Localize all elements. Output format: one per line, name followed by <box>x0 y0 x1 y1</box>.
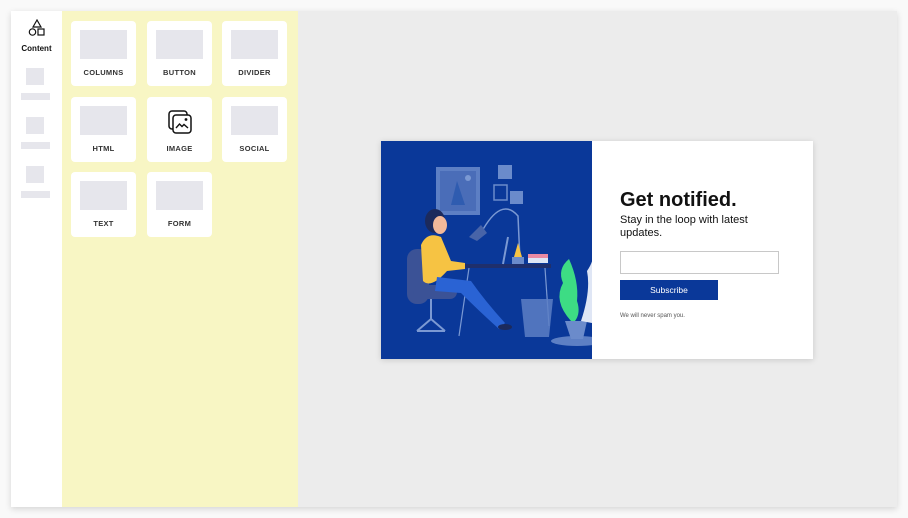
spam-note: We will never spam you. <box>620 313 685 319</box>
popup-subtitle: Stay in the loop with latest updates. <box>620 214 748 239</box>
placeholder-thumbnail <box>80 106 127 135</box>
block-tile-columns[interactable]: COLUMNS <box>71 21 136 86</box>
sidebar-item-label: Content <box>21 44 52 53</box>
block-tile-label: COLUMNS <box>83 68 124 77</box>
placeholder-thumbnail <box>80 30 127 59</box>
block-tile-label: SOCIAL <box>239 144 270 153</box>
placeholder-thumbnail <box>80 181 127 210</box>
editor-window: Content COLUMNS BUTTON DIVIDER HTML IMAG… <box>11 11 897 507</box>
placeholder-thumbnail <box>156 30 203 59</box>
placeholder-thumbnail <box>231 106 278 135</box>
block-tile-divider[interactable]: DIVIDER <box>222 21 287 86</box>
signup-popup-preview[interactable]: Get notified. Stay in the loop with late… <box>381 141 813 359</box>
block-tile-label: HTML <box>92 144 115 153</box>
block-tile-label: DIVIDER <box>238 68 271 77</box>
placeholder-thumbnail <box>156 181 203 210</box>
sidebar-item-placeholder-label <box>21 142 50 149</box>
sidebar-item-placeholder-icon[interactable] <box>26 166 44 183</box>
subscribe-button[interactable]: Subscribe <box>620 280 718 300</box>
block-tile-image[interactable]: IMAGE <box>147 97 212 162</box>
block-tile-button[interactable]: BUTTON <box>147 21 212 86</box>
sidebar-item-placeholder-label <box>21 93 50 100</box>
email-input[interactable] <box>620 251 779 274</box>
block-tile-label: TEXT <box>93 219 114 228</box>
woman-working-at-desk-illustration <box>381 141 592 359</box>
image-icon <box>168 110 192 134</box>
shapes-icon <box>28 18 45 36</box>
block-tile-text[interactable]: TEXT <box>71 172 136 237</box>
block-tile-label: FORM <box>167 219 192 228</box>
popup-title: Get notified. <box>620 189 737 211</box>
block-tile-html[interactable]: HTML <box>71 97 136 162</box>
signup-form: Get notified. Stay in the loop with late… <box>620 189 800 319</box>
sidebar-item-placeholder-label <box>21 191 50 198</box>
block-tile-label: IMAGE <box>166 144 193 153</box>
block-tile-form[interactable]: FORM <box>147 172 212 237</box>
placeholder-thumbnail <box>231 30 278 59</box>
sidebar-item-content[interactable]: Content <box>11 18 62 53</box>
block-tile-label: BUTTON <box>163 68 196 77</box>
sidebar-item-placeholder-icon[interactable] <box>26 117 44 134</box>
sidebar-rail: Content <box>11 11 62 507</box>
blocks-panel: COLUMNS BUTTON DIVIDER HTML IMAGE SOCIAL <box>62 11 298 507</box>
sidebar-item-placeholder-icon[interactable] <box>26 68 44 85</box>
block-tile-social[interactable]: SOCIAL <box>222 97 287 162</box>
editor-canvas: Get notified. Stay in the loop with late… <box>298 11 897 507</box>
